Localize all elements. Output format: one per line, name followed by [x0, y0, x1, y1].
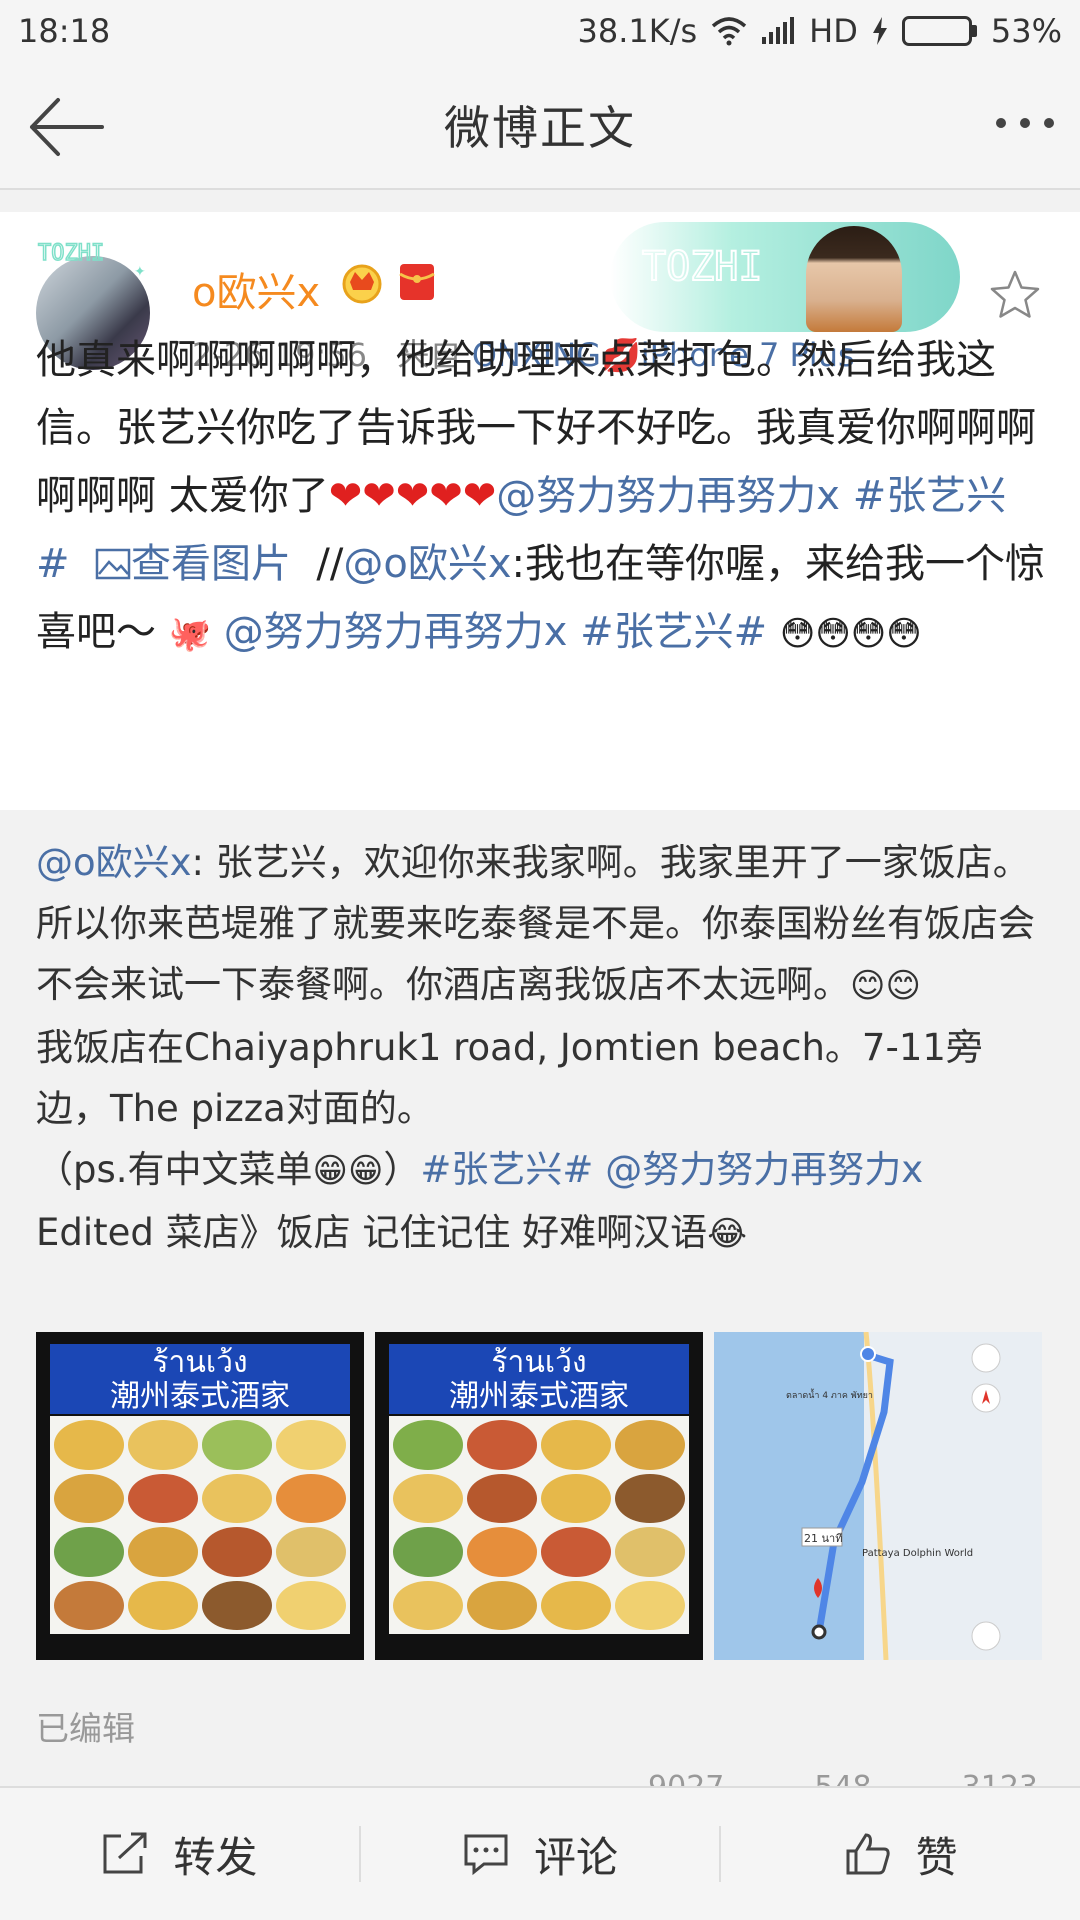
red-envelope-badge-icon[interactable]	[398, 262, 436, 302]
back-arrow-icon[interactable]	[26, 92, 106, 162]
thumbs-up-icon	[846, 1833, 890, 1875]
banner-portrait	[806, 226, 902, 332]
image-thumbnail[interactable]: ร้านเว้ง 潮州泰式酒家	[375, 1332, 703, 1660]
map-label-market: ตลาดน้ำ 4 ภาค พัทยา	[786, 1391, 873, 1401]
post-body: 他真来啊啊啊啊啊，他给助理来点菜打包。然后给我这信。张艺兴你吃了告诉我一下好不好…	[36, 326, 1046, 668]
image-thumbnail[interactable]: ร้านเว้ง 潮州泰式酒家	[36, 1332, 364, 1660]
crown-badge-icon[interactable]	[340, 260, 384, 304]
like-label: 赞	[915, 1832, 958, 1882]
status-bar: 18:18 38.1K/s HD 53%	[0, 0, 1080, 62]
status-time: 18:18	[18, 12, 111, 50]
map-label-duration: 21 นาที	[804, 1532, 843, 1545]
grin-emoji: 😁😁	[312, 1151, 384, 1191]
star-favorite-icon[interactable]	[988, 268, 1042, 322]
svg-text:TOZHI: TOZHI	[38, 241, 104, 266]
nav-bar: 微博正文	[0, 62, 1080, 190]
repost-body: @o欧兴x: 张艺兴，欢迎你来我家啊。我家里开了一家饭店。所以你来芭堤雅了就要来…	[36, 832, 1046, 1265]
status-right: 38.1K/s HD 53%	[577, 12, 1062, 50]
wifi-icon	[712, 17, 747, 46]
repost-text-3b: ）	[383, 1148, 421, 1191]
avatar-frame-decoration-icon: TOZHI ✦	[37, 240, 146, 280]
mention-link-author[interactable]: @o欧兴x	[343, 541, 511, 587]
hearts-emoji: ❤❤❤❤❤	[328, 473, 497, 519]
reposted-card[interactable]: @o欧兴x: 张艺兴，欢迎你来我家啊。我家里开了一家饭店。所以你来芭堤雅了就要来…	[0, 810, 1080, 1805]
view-image-link[interactable]: 查看图片	[95, 541, 291, 587]
mention-link[interactable]: @努力努力再努力x	[496, 473, 840, 519]
username[interactable]: o欧兴x	[192, 260, 320, 318]
smile-emoji: 😊😊	[850, 966, 921, 1006]
battery-icon	[901, 16, 977, 46]
comment-icon	[464, 1834, 508, 1876]
repost-text-3: （ps.有中文菜单	[36, 1148, 313, 1191]
hashtag-link-2[interactable]: #张艺兴#	[580, 609, 767, 655]
banner-logo-icon: TOZHI	[641, 243, 763, 291]
repost-separator: //	[316, 541, 344, 587]
laugh-emoji: 😂	[707, 1214, 747, 1254]
mention-link-2[interactable]: @努力努力再努力x	[224, 609, 568, 655]
svg-text:TOZHI: TOZHI	[642, 244, 762, 290]
comment-label: 评论	[534, 1832, 619, 1882]
map-route-graphic	[714, 1332, 1001, 1660]
page-title: 微博正文	[444, 101, 636, 155]
image-icon	[95, 548, 131, 580]
svg-text:✦: ✦	[134, 264, 146, 280]
repost-author-link[interactable]: @o欧兴x	[36, 841, 192, 884]
profile-banner-decoration: TOZHI	[610, 222, 960, 332]
menu-chinese-name: 潮州泰式酒家	[449, 1379, 629, 1414]
repost-button[interactable]: 转发	[0, 1819, 359, 1889]
share-icon	[103, 1832, 147, 1874]
menu-food-grid	[389, 1416, 689, 1634]
map-label-dolphin-world: Pattaya Dolphin World	[862, 1548, 974, 1559]
comment-button[interactable]: 评论	[361, 1819, 720, 1889]
battery-percent: 53%	[990, 12, 1062, 50]
image-grid: ร้านเว้ง 潮州泰式酒家 ร้านเว้ง 潮州泰式酒家 ตลาดน้ำ …	[36, 1332, 1042, 1660]
view-image-label: 查看图片	[130, 541, 291, 587]
repost-text-2: 我饭店在Chaiyaphruk1 road, Jomtien beach。7-1…	[36, 1026, 983, 1130]
like-button[interactable]: 赞	[721, 1819, 1080, 1889]
network-type: HD	[809, 12, 858, 50]
signal-icon	[762, 17, 795, 44]
menu-board-header: ร้านเว้ง 潮州泰式酒家	[50, 1344, 350, 1414]
menu-thai-name: ร้านเว้ง	[491, 1345, 587, 1380]
charging-icon	[872, 17, 887, 45]
map-thumbnail[interactable]: ตลาดน้ำ 4 ภาค พัทยา 21 นาที Pattaya Dolp…	[714, 1332, 1042, 1660]
bottom-action-bar: 转发 评论 赞	[0, 1786, 1080, 1920]
menu-thai-name: ร้านเว้ง	[152, 1345, 248, 1380]
network-speed: 38.1K/s	[577, 12, 698, 50]
doge-emoji: 🐙	[168, 614, 212, 654]
repost-mention-link[interactable]: @努力努力再努力x	[605, 1148, 923, 1191]
emoji-row: 😳😳😳😳	[779, 614, 922, 654]
menu-board-header: ร้านเว้ง 潮州泰式酒家	[389, 1344, 689, 1414]
menu-chinese-name: 潮州泰式酒家	[110, 1379, 290, 1414]
repost-text-4: Edited 菜店》饭店 记住记住 好难啊汉语	[36, 1211, 708, 1254]
edited-label: 已编辑	[36, 1709, 135, 1748]
repost-label: 转发	[173, 1832, 258, 1882]
repost-hashtag-link[interactable]: #张艺兴#	[420, 1148, 593, 1191]
more-options-icon[interactable]	[996, 118, 1054, 128]
menu-food-grid	[50, 1416, 350, 1634]
